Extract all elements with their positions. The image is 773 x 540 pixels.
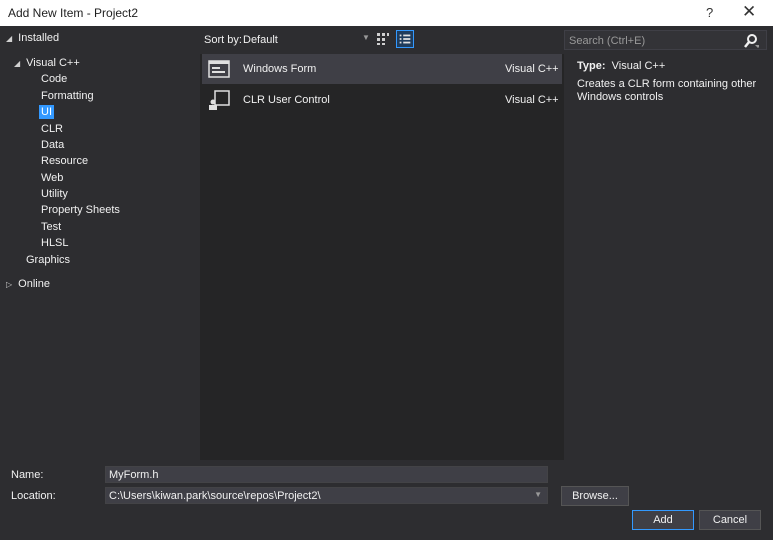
browse-button[interactable]: Browse... <box>561 486 629 506</box>
expanded-arrow-icon: ◢ <box>6 34 13 43</box>
chevron-down-icon[interactable]: ▼ <box>534 490 542 499</box>
template-language: Visual C++ <box>505 63 559 75</box>
user-control-icon <box>209 90 230 110</box>
tree-node-label: Utility <box>41 188 68 200</box>
tree-node-label: Resource <box>41 155 89 167</box>
type-label: Type: <box>577 60 606 72</box>
name-label: Name: <box>11 469 44 481</box>
template-row-windows-form[interactable]: Windows Form Visual C++ <box>202 54 562 84</box>
list-view-icon[interactable] <box>396 30 414 48</box>
tree-node-label: Test <box>41 221 62 233</box>
tree-node-utility[interactable]: Utility <box>41 188 68 200</box>
medium-icons-view-icon[interactable] <box>375 31 391 47</box>
window-title: Add New Item - Project2 <box>8 6 139 20</box>
sort-label: Sort by: <box>204 34 242 46</box>
template-toolbar: Sort by: Default ▼ <box>200 26 564 54</box>
tree-node-property-sheets[interactable]: Property Sheets <box>41 204 120 216</box>
tree-node-label: Formatting <box>41 90 94 102</box>
tree-node-visual-cpp[interactable]: ◢ Visual C++ <box>14 57 80 69</box>
tree-node-installed[interactable]: ◢ Installed <box>6 32 59 44</box>
tree-node-label: Data <box>41 139 65 151</box>
tree-node-label: Property Sheets <box>41 204 120 216</box>
tree-node-test[interactable]: Test <box>41 221 61 233</box>
search-icon[interactable] <box>743 33 759 49</box>
tree-node-label: Code <box>41 73 68 85</box>
location-label: Location: <box>11 490 56 502</box>
title-bar: Add New Item - Project2 ? ✕ <box>0 0 773 26</box>
tree-node-ui[interactable]: UI <box>39 105 54 119</box>
tree-node-online[interactable]: ▷ Online <box>6 278 50 290</box>
tree-node-graphics[interactable]: Graphics <box>26 254 70 266</box>
expanded-arrow-icon: ◢ <box>14 59 21 68</box>
type-value: Visual C++ <box>611 60 666 72</box>
tree-node-clr[interactable]: CLR <box>41 123 63 135</box>
tree-node-label: Web <box>41 172 64 184</box>
help-button[interactable]: ? <box>706 5 713 20</box>
search-placeholder: Search (Ctrl+E) <box>569 35 646 47</box>
tree-node-label: Online <box>18 278 50 290</box>
name-value: MyForm.h <box>109 469 159 481</box>
type-line: Type: Visual C++ <box>577 60 665 72</box>
windows-form-icon <box>208 60 230 78</box>
category-tree: ◢ Installed ◢ Visual C++ Code Formatting U… <box>0 26 200 460</box>
tree-node-label: Graphics <box>26 254 71 266</box>
details-panel: Search (Ctrl+E) Type: Visual C++ Creates… <box>564 26 773 460</box>
location-value: C:\Users\kiwan.park\source\repos\Project… <box>109 490 321 502</box>
name-field[interactable]: MyForm.h <box>105 466 548 483</box>
template-language: Visual C++ <box>505 94 559 106</box>
template-name: Windows Form <box>243 63 317 75</box>
collapsed-arrow-icon: ▷ <box>6 280 13 289</box>
add-button[interactable]: Add <box>632 510 694 530</box>
template-row-clr-user-control[interactable]: CLR User Control Visual C++ <box>202 85 562 115</box>
tree-node-code[interactable]: Code <box>41 73 67 85</box>
template-description: Creates a CLR form containing other Wind… <box>577 78 757 103</box>
tree-node-label: Installed <box>18 32 60 44</box>
tree-node-formatting[interactable]: Formatting <box>41 90 94 102</box>
tree-node-data[interactable]: Data <box>41 139 64 151</box>
template-name: CLR User Control <box>243 94 330 106</box>
tree-node-web[interactable]: Web <box>41 172 63 184</box>
tree-node-label: CLR <box>41 123 64 135</box>
tree-node-resource[interactable]: Resource <box>41 155 88 167</box>
tree-node-hlsl[interactable]: HLSL <box>41 237 69 249</box>
tree-node-label: Visual C++ <box>26 57 80 69</box>
cancel-button[interactable]: Cancel <box>699 510 761 530</box>
bottom-form: Name: MyForm.h Location: C:\Users\kiwan.… <box>0 460 773 540</box>
template-list: Windows Form Visual C++ CLR User Control… <box>200 54 564 460</box>
tree-node-label: UI <box>39 105 54 119</box>
close-button[interactable]: ✕ <box>742 2 756 22</box>
search-input[interactable]: Search (Ctrl+E) <box>564 30 767 50</box>
chevron-down-icon[interactable]: ▼ <box>362 33 370 42</box>
location-field[interactable]: C:\Users\kiwan.park\source\repos\Project… <box>105 487 548 504</box>
sort-dropdown[interactable]: Default <box>243 34 278 46</box>
tree-node-label: HLSL <box>41 237 69 249</box>
